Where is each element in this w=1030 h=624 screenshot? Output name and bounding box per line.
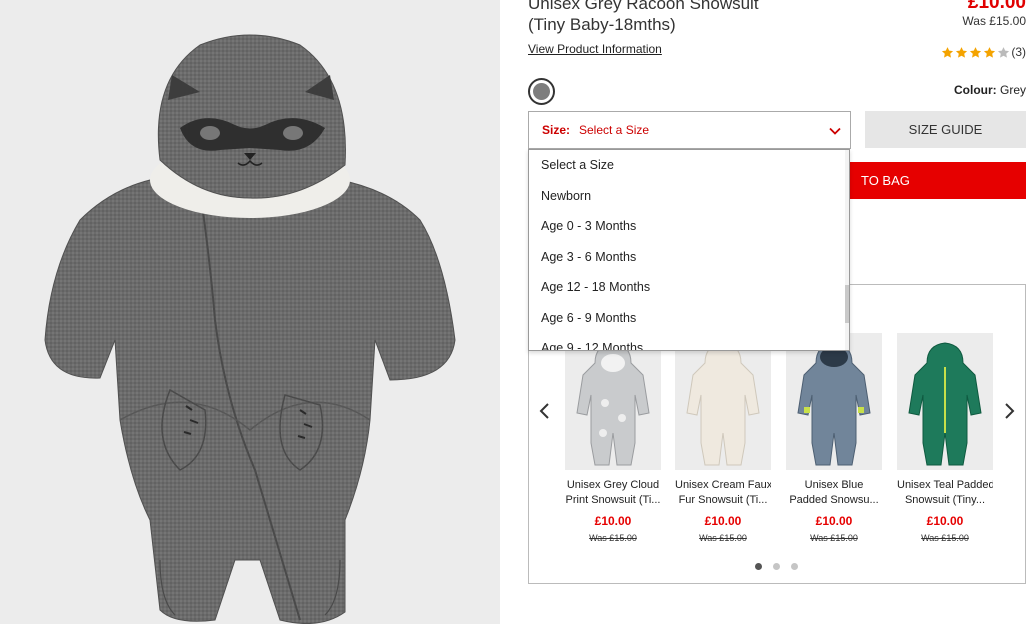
star-icon	[955, 46, 968, 59]
product-card[interactable]: Unisex Grey Cloud Print Snowsuit (Ti... …	[565, 333, 661, 543]
product-card-price: £10.00	[704, 514, 742, 528]
size-option[interactable]: Select a Size	[529, 150, 849, 181]
colour-label: Colour:	[953, 83, 997, 97]
product-card[interactable]: Unisex Blue Padded Snowsu... £10.00 Was …	[786, 333, 882, 543]
colour-indicator: Colour: Grey	[954, 83, 1026, 97]
size-option[interactable]: Age 6 - 9 Months	[529, 303, 849, 334]
add-to-bag-label: TO BAG	[861, 173, 910, 188]
star-rating[interactable]: (3)	[941, 45, 1026, 59]
snowsuit-thumbnail-icon	[797, 342, 871, 466]
product-card-name-line2: Fur Snowsuit (Ti...	[678, 494, 768, 506]
product-thumbnail[interactable]	[786, 333, 882, 470]
view-product-info-link[interactable]: View Product Information	[528, 42, 662, 56]
size-dropdown-list[interactable]: Select a Size Newborn Age 0 - 3 Months A…	[528, 149, 850, 351]
product-thumbnail[interactable]	[675, 333, 771, 470]
product-thumbnail[interactable]	[565, 333, 661, 470]
chevron-left-icon[interactable]	[538, 401, 552, 421]
review-count: (3)	[1011, 45, 1026, 59]
product-card-name-line1: Unisex Cream Faux	[675, 479, 771, 491]
product-card-name[interactable]: Unisex Grey Cloud Print Snowsuit (Ti...	[565, 478, 661, 508]
size-option[interactable]: Age 9 - 12 Months	[529, 333, 849, 350]
size-option[interactable]: Age 12 - 18 Months	[529, 272, 849, 303]
chevron-right-icon[interactable]	[1002, 401, 1016, 421]
product-card-was-price: Was £15.00	[699, 533, 747, 543]
snowsuit-thumbnail-icon	[576, 342, 650, 466]
product-card[interactable]: Unisex Teal Padded Snowsuit (Tiny... £10…	[897, 333, 993, 543]
product-card-name-line2: Padded Snowsu...	[789, 494, 879, 506]
product-card-name-line1: Unisex Grey Cloud	[566, 479, 660, 491]
size-option[interactable]: Age 3 - 6 Months	[529, 242, 849, 273]
colour-swatch-grey[interactable]	[528, 78, 555, 105]
product-title: Unisex Grey Racoon Snowsuit (Tiny Baby-1…	[528, 0, 828, 35]
snowsuit-thumbnail-icon	[686, 342, 760, 466]
product-card-price: £10.00	[594, 514, 632, 528]
product-card-name-line1: Unisex Blue	[804, 479, 864, 491]
racoon-snowsuit-photo	[44, 34, 456, 624]
product-card-name[interactable]: Unisex Blue Padded Snowsu...	[786, 478, 882, 508]
chevron-down-icon	[829, 127, 841, 135]
carousel-pagination	[755, 563, 798, 570]
product-card-was-price: Was £15.00	[589, 533, 637, 543]
dropdown-scrollbar[interactable]	[845, 150, 849, 350]
size-selected-value: Select a Size	[579, 123, 650, 137]
size-label: Size:	[542, 123, 571, 137]
product-card[interactable]: Unisex Cream Faux Fur Snowsuit (Ti... £1…	[675, 333, 771, 543]
size-option[interactable]: Newborn	[529, 181, 849, 212]
carousel-dot-1[interactable]	[755, 563, 762, 570]
size-option[interactable]: Age 0 - 3 Months	[529, 211, 849, 242]
carousel-dot-2[interactable]	[773, 563, 780, 570]
product-title-line2: (Tiny Baby-18mths)	[528, 15, 676, 34]
product-card-price: £10.00	[815, 514, 853, 528]
product-title-line1: Unisex Grey Racoon Snowsuit	[528, 0, 759, 13]
carousel-dot-3[interactable]	[791, 563, 798, 570]
product-card-was-price: Was £15.00	[810, 533, 858, 543]
size-select[interactable]: Size: Select a Size	[528, 111, 851, 149]
swatch-dot	[533, 83, 550, 100]
product-card-name-line2: Snowsuit (Tiny...	[904, 494, 986, 506]
product-card-name[interactable]: Unisex Teal Padded Snowsuit (Tiny...	[897, 478, 993, 508]
star-icon	[983, 46, 996, 59]
size-guide-button[interactable]: SIZE GUIDE	[865, 111, 1026, 148]
colour-value: Grey	[999, 83, 1026, 97]
star-icon	[969, 46, 982, 59]
current-price: £10.00	[967, 0, 1026, 13]
product-thumbnail[interactable]	[897, 333, 993, 470]
product-card-name-line1: Unisex Teal Padded	[897, 479, 993, 491]
product-image	[0, 0, 500, 624]
product-card-was-price: Was £15.00	[921, 533, 969, 543]
snowsuit-thumbnail-icon	[908, 342, 982, 466]
dropdown-scroll-thumb[interactable]	[845, 285, 849, 323]
was-price: Was £15.00	[962, 14, 1026, 28]
product-card-name-line2: Print Snowsuit (Ti...	[565, 494, 661, 506]
product-card-name[interactable]: Unisex Cream Faux Fur Snowsuit (Ti...	[675, 478, 771, 508]
product-card-price: £10.00	[926, 514, 964, 528]
star-icon	[941, 46, 954, 59]
star-empty-icon	[997, 46, 1010, 59]
